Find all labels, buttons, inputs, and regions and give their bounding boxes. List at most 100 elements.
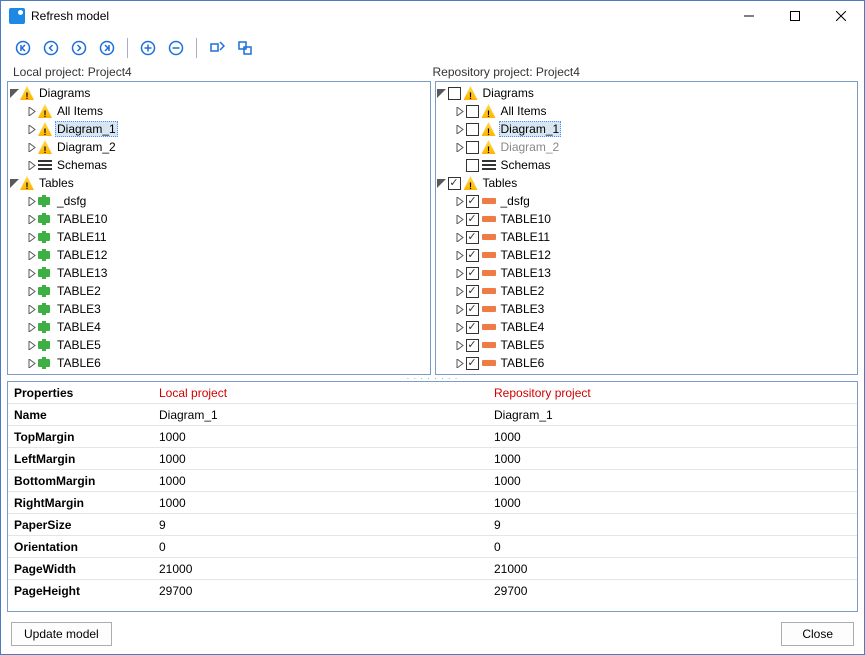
tree-node-table-item[interactable]: TABLE3 xyxy=(436,300,858,318)
checkbox[interactable] xyxy=(466,303,479,316)
tree-node-table-item[interactable]: TABLE10 xyxy=(8,210,430,228)
tree-node-diagram-item[interactable]: Diagram_1 xyxy=(8,120,430,138)
expander-icon[interactable] xyxy=(8,177,20,189)
tree-node-table-item[interactable]: TABLE3 xyxy=(8,300,430,318)
expander-icon[interactable] xyxy=(26,285,38,297)
tree-node-diagrams[interactable]: Diagrams xyxy=(8,84,430,102)
expander-icon[interactable] xyxy=(8,87,20,99)
expander-icon[interactable] xyxy=(454,267,466,279)
expand-all-button[interactable] xyxy=(136,36,160,60)
expander-icon[interactable] xyxy=(26,159,38,171)
expander-icon[interactable] xyxy=(26,231,38,243)
expander-icon[interactable] xyxy=(454,339,466,351)
expander-icon[interactable] xyxy=(436,87,448,99)
property-row[interactable]: BottomMargin 1000 1000 xyxy=(8,470,857,492)
property-row[interactable]: Orientation 0 0 xyxy=(8,536,857,558)
tree-node-diagrams[interactable]: Diagrams xyxy=(436,84,858,102)
close-button[interactable] xyxy=(818,1,864,31)
expander-icon[interactable] xyxy=(454,105,466,117)
tree-node-table-item[interactable]: TABLE4 xyxy=(8,318,430,336)
checkbox[interactable] xyxy=(448,87,461,100)
tree-node-diagram-item[interactable]: Diagram_2 xyxy=(8,138,430,156)
property-row[interactable]: PageWidth 21000 21000 xyxy=(8,558,857,580)
tree-node-table-item[interactable]: TABLE2 xyxy=(8,282,430,300)
tree-node-table-item[interactable]: TABLE5 xyxy=(436,336,858,354)
tree-node-schemas[interactable]: Schemas xyxy=(8,156,430,174)
checkbox[interactable] xyxy=(466,285,479,298)
tree-node-table-item[interactable]: _dsfg xyxy=(436,192,858,210)
maximize-button[interactable] xyxy=(772,1,818,31)
property-row[interactable]: RightMargin 1000 1000 xyxy=(8,492,857,514)
expander-icon[interactable] xyxy=(454,285,466,297)
expander-icon[interactable] xyxy=(454,321,466,333)
checkbox[interactable] xyxy=(466,159,479,172)
tree-node-diagram-item[interactable]: All Items xyxy=(8,102,430,120)
tree-node-diagram-item[interactable]: All Items xyxy=(436,102,858,120)
expander-icon[interactable] xyxy=(26,303,38,315)
repo-tree[interactable]: DiagramsAll ItemsDiagram_1Diagram_2Schem… xyxy=(435,81,859,375)
tree-node-table-item[interactable]: TABLE2 xyxy=(436,282,858,300)
checkbox[interactable] xyxy=(466,105,479,118)
expander-icon[interactable] xyxy=(26,195,38,207)
nav-last-button[interactable] xyxy=(95,36,119,60)
expander-icon[interactable] xyxy=(26,123,38,135)
expander-icon[interactable] xyxy=(26,249,38,261)
tree-node-table-item[interactable]: TABLE12 xyxy=(436,246,858,264)
expander-icon[interactable] xyxy=(454,249,466,261)
expander-icon[interactable] xyxy=(26,339,38,351)
nav-first-button[interactable] xyxy=(11,36,35,60)
sync-left-button[interactable] xyxy=(205,36,229,60)
checkbox[interactable] xyxy=(466,141,479,154)
tree-node-table-item[interactable]: TABLE6 xyxy=(8,354,430,372)
expander-icon[interactable] xyxy=(26,213,38,225)
expander-icon[interactable] xyxy=(436,177,448,189)
tree-node-table-item[interactable]: TABLE11 xyxy=(8,228,430,246)
expander-icon[interactable] xyxy=(454,123,466,135)
checkbox[interactable] xyxy=(466,321,479,334)
tree-node-diagram-item[interactable]: Diagram_2 xyxy=(436,138,858,156)
tree-node-diagram-item[interactable]: Diagram_1 xyxy=(436,120,858,138)
close-dialog-button[interactable]: Close xyxy=(781,622,854,646)
tree-node-table-item[interactable]: TABLE13 xyxy=(436,264,858,282)
expander-icon[interactable] xyxy=(454,231,466,243)
tree-node-schemas[interactable]: Schemas xyxy=(436,156,858,174)
property-row[interactable]: Name Diagram_1 Diagram_1 xyxy=(8,404,857,426)
expander-icon[interactable] xyxy=(26,105,38,117)
checkbox[interactable] xyxy=(448,177,461,190)
property-row[interactable]: PageHeight 29700 29700 xyxy=(8,580,857,602)
checkbox[interactable] xyxy=(466,357,479,370)
tree-node-tables[interactable]: Tables xyxy=(436,174,858,192)
checkbox[interactable] xyxy=(466,123,479,136)
expander-icon[interactable] xyxy=(454,141,466,153)
checkbox[interactable] xyxy=(466,195,479,208)
expander-icon[interactable] xyxy=(26,267,38,279)
nav-next-button[interactable] xyxy=(67,36,91,60)
tree-node-table-item[interactable]: TABLE13 xyxy=(8,264,430,282)
expander-icon[interactable] xyxy=(454,195,466,207)
tree-node-table-item[interactable]: TABLE4 xyxy=(436,318,858,336)
sync-right-button[interactable] xyxy=(233,36,257,60)
minimize-button[interactable] xyxy=(726,1,772,31)
tree-node-table-item[interactable]: TABLE6 xyxy=(436,354,858,372)
property-row[interactable]: LeftMargin 1000 1000 xyxy=(8,448,857,470)
property-row[interactable]: TopMargin 1000 1000 xyxy=(8,426,857,448)
checkbox[interactable] xyxy=(466,213,479,226)
expander-icon[interactable] xyxy=(454,213,466,225)
tree-node-tables[interactable]: Tables xyxy=(8,174,430,192)
tree-node-table-item[interactable]: TABLE10 xyxy=(436,210,858,228)
tree-node-table-item[interactable]: TABLE11 xyxy=(436,228,858,246)
tree-node-table-item[interactable]: TABLE12 xyxy=(8,246,430,264)
collapse-all-button[interactable] xyxy=(164,36,188,60)
checkbox[interactable] xyxy=(466,231,479,244)
expander-icon[interactable] xyxy=(26,321,38,333)
property-row[interactable]: PaperSize 9 9 xyxy=(8,514,857,536)
nav-prev-button[interactable] xyxy=(39,36,63,60)
checkbox[interactable] xyxy=(466,267,479,280)
expander-icon[interactable] xyxy=(26,141,38,153)
local-tree[interactable]: DiagramsAll ItemsDiagram_1Diagram_2Schem… xyxy=(7,81,431,375)
expander-icon[interactable] xyxy=(454,357,466,369)
checkbox[interactable] xyxy=(466,249,479,262)
tree-node-table-item[interactable]: _dsfg xyxy=(8,192,430,210)
tree-node-table-item[interactable]: TABLE5 xyxy=(8,336,430,354)
update-model-button[interactable]: Update model xyxy=(11,622,112,646)
